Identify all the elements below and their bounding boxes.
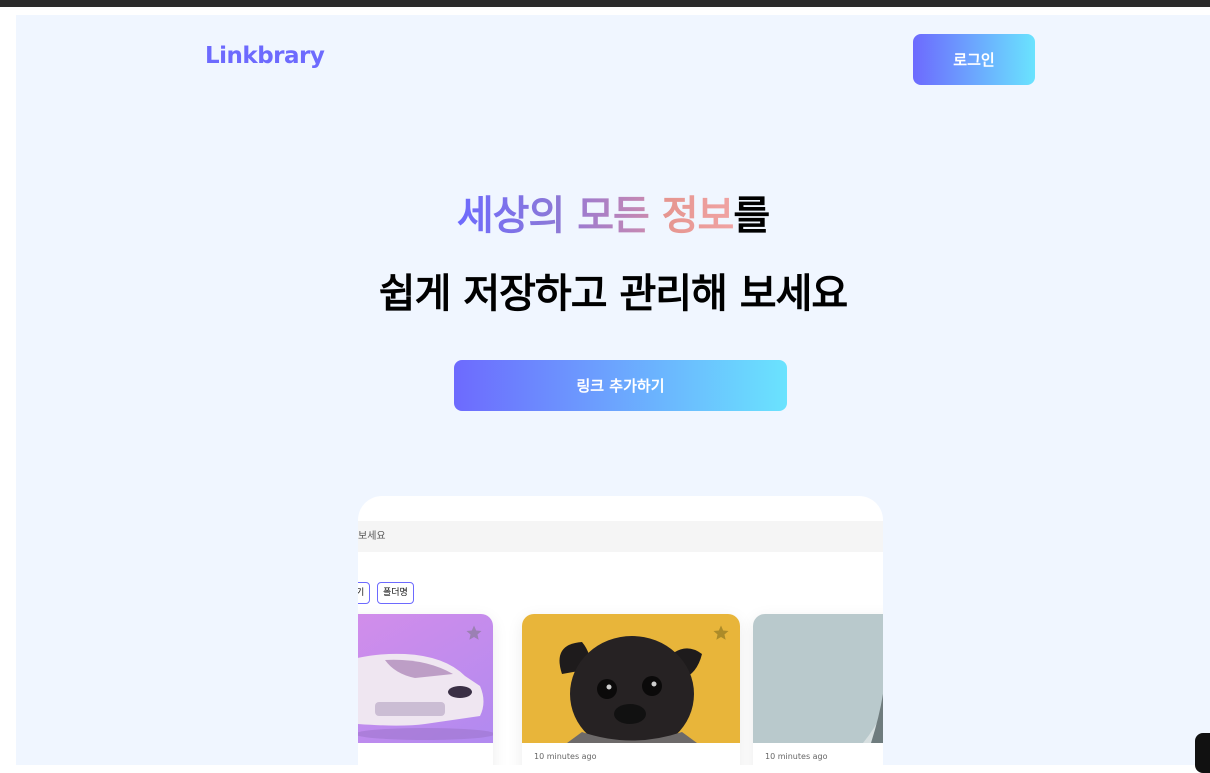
pug-image	[522, 614, 740, 743]
preview-card-car	[358, 614, 493, 765]
preview-folder-chip-2: 폴더명	[377, 582, 414, 604]
headline-gradient-all: 모든	[577, 193, 650, 239]
pug-photo	[522, 614, 740, 743]
preview-card-pug: 10 minutes ago	[522, 614, 740, 765]
building-image	[753, 614, 883, 743]
card-timestamp: 10 minutes ago	[765, 752, 828, 761]
browser-top-bar	[0, 0, 1210, 7]
app-preview: 보세요 기 폴더명 10 minutes ago 10 minutes ago	[358, 496, 883, 765]
star-icon[interactable]	[712, 624, 730, 642]
login-button[interactable]: 로그인	[913, 34, 1035, 85]
card-timestamp: 10 minutes ago	[534, 752, 597, 761]
chat-icon[interactable]	[1195, 733, 1210, 773]
linkbrary-logo[interactable]: Linkbrary	[205, 43, 325, 69]
headline-line-2: 쉽게 저장하고 관리해 보세요	[378, 271, 848, 317]
preview-folder-chip-1: 기	[358, 582, 371, 604]
headline-suffix: 를	[733, 193, 770, 239]
headline-gradient-info: 정보	[661, 193, 735, 239]
headline-line-1: 세상의 모든 정보를	[16, 177, 1210, 255]
hero-headline: 세상의 모든 정보를 쉽게 저장하고 관리해 보세요	[16, 177, 1210, 333]
headline-gradient-world: 세상의	[456, 193, 565, 239]
star-icon[interactable]	[465, 624, 483, 642]
landing-page: Linkbrary 로그인 세상의 모든 정보를 쉽게 저장하고 관리해 보세요…	[16, 15, 1210, 765]
preview-search-bar: 보세요	[358, 521, 883, 552]
add-link-button[interactable]: 링크 추가하기	[454, 360, 787, 411]
preview-card-building: 10 minutes ago	[753, 614, 883, 765]
building-photo	[753, 614, 883, 743]
